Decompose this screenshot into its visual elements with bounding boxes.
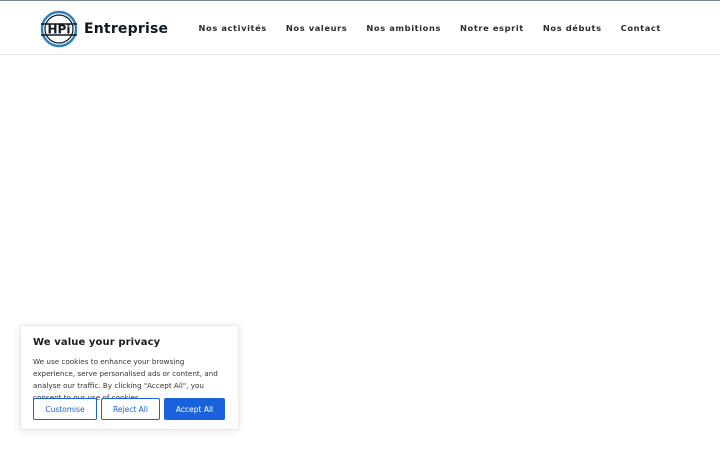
site-header: HPi Entreprise Nos activités Nos valeurs… xyxy=(0,1,720,55)
nav-item-debuts[interactable]: Nos débuts xyxy=(543,23,602,33)
main-nav: Nos activités Nos valeurs Nos ambitions … xyxy=(198,1,661,55)
reject-all-button[interactable]: Reject All xyxy=(101,398,160,420)
cookie-button-group: Customise Reject All Accept All xyxy=(33,398,225,420)
brand-name: Entreprise xyxy=(84,21,169,37)
nav-item-ambitions[interactable]: Nos ambitions xyxy=(366,23,441,33)
site-logo[interactable]: HPi Entreprise xyxy=(40,10,168,48)
logo-mark: HPi xyxy=(40,10,80,48)
cookie-description: We use cookies to enhance your browsing … xyxy=(33,357,218,402)
nav-item-contact[interactable]: Contact xyxy=(621,23,661,33)
nav-item-valeurs[interactable]: Nos valeurs xyxy=(286,23,348,33)
cookie-title: We value your privacy xyxy=(33,337,161,348)
nav-item-esprit[interactable]: Notre esprit xyxy=(460,23,524,33)
logo-letters: HPi xyxy=(48,23,71,37)
cookie-consent-banner: We value your privacy We use cookies to … xyxy=(20,325,239,430)
accept-all-button[interactable]: Accept All xyxy=(164,398,225,420)
nav-item-activites[interactable]: Nos activités xyxy=(198,23,266,33)
customise-button[interactable]: Customise xyxy=(33,398,97,420)
